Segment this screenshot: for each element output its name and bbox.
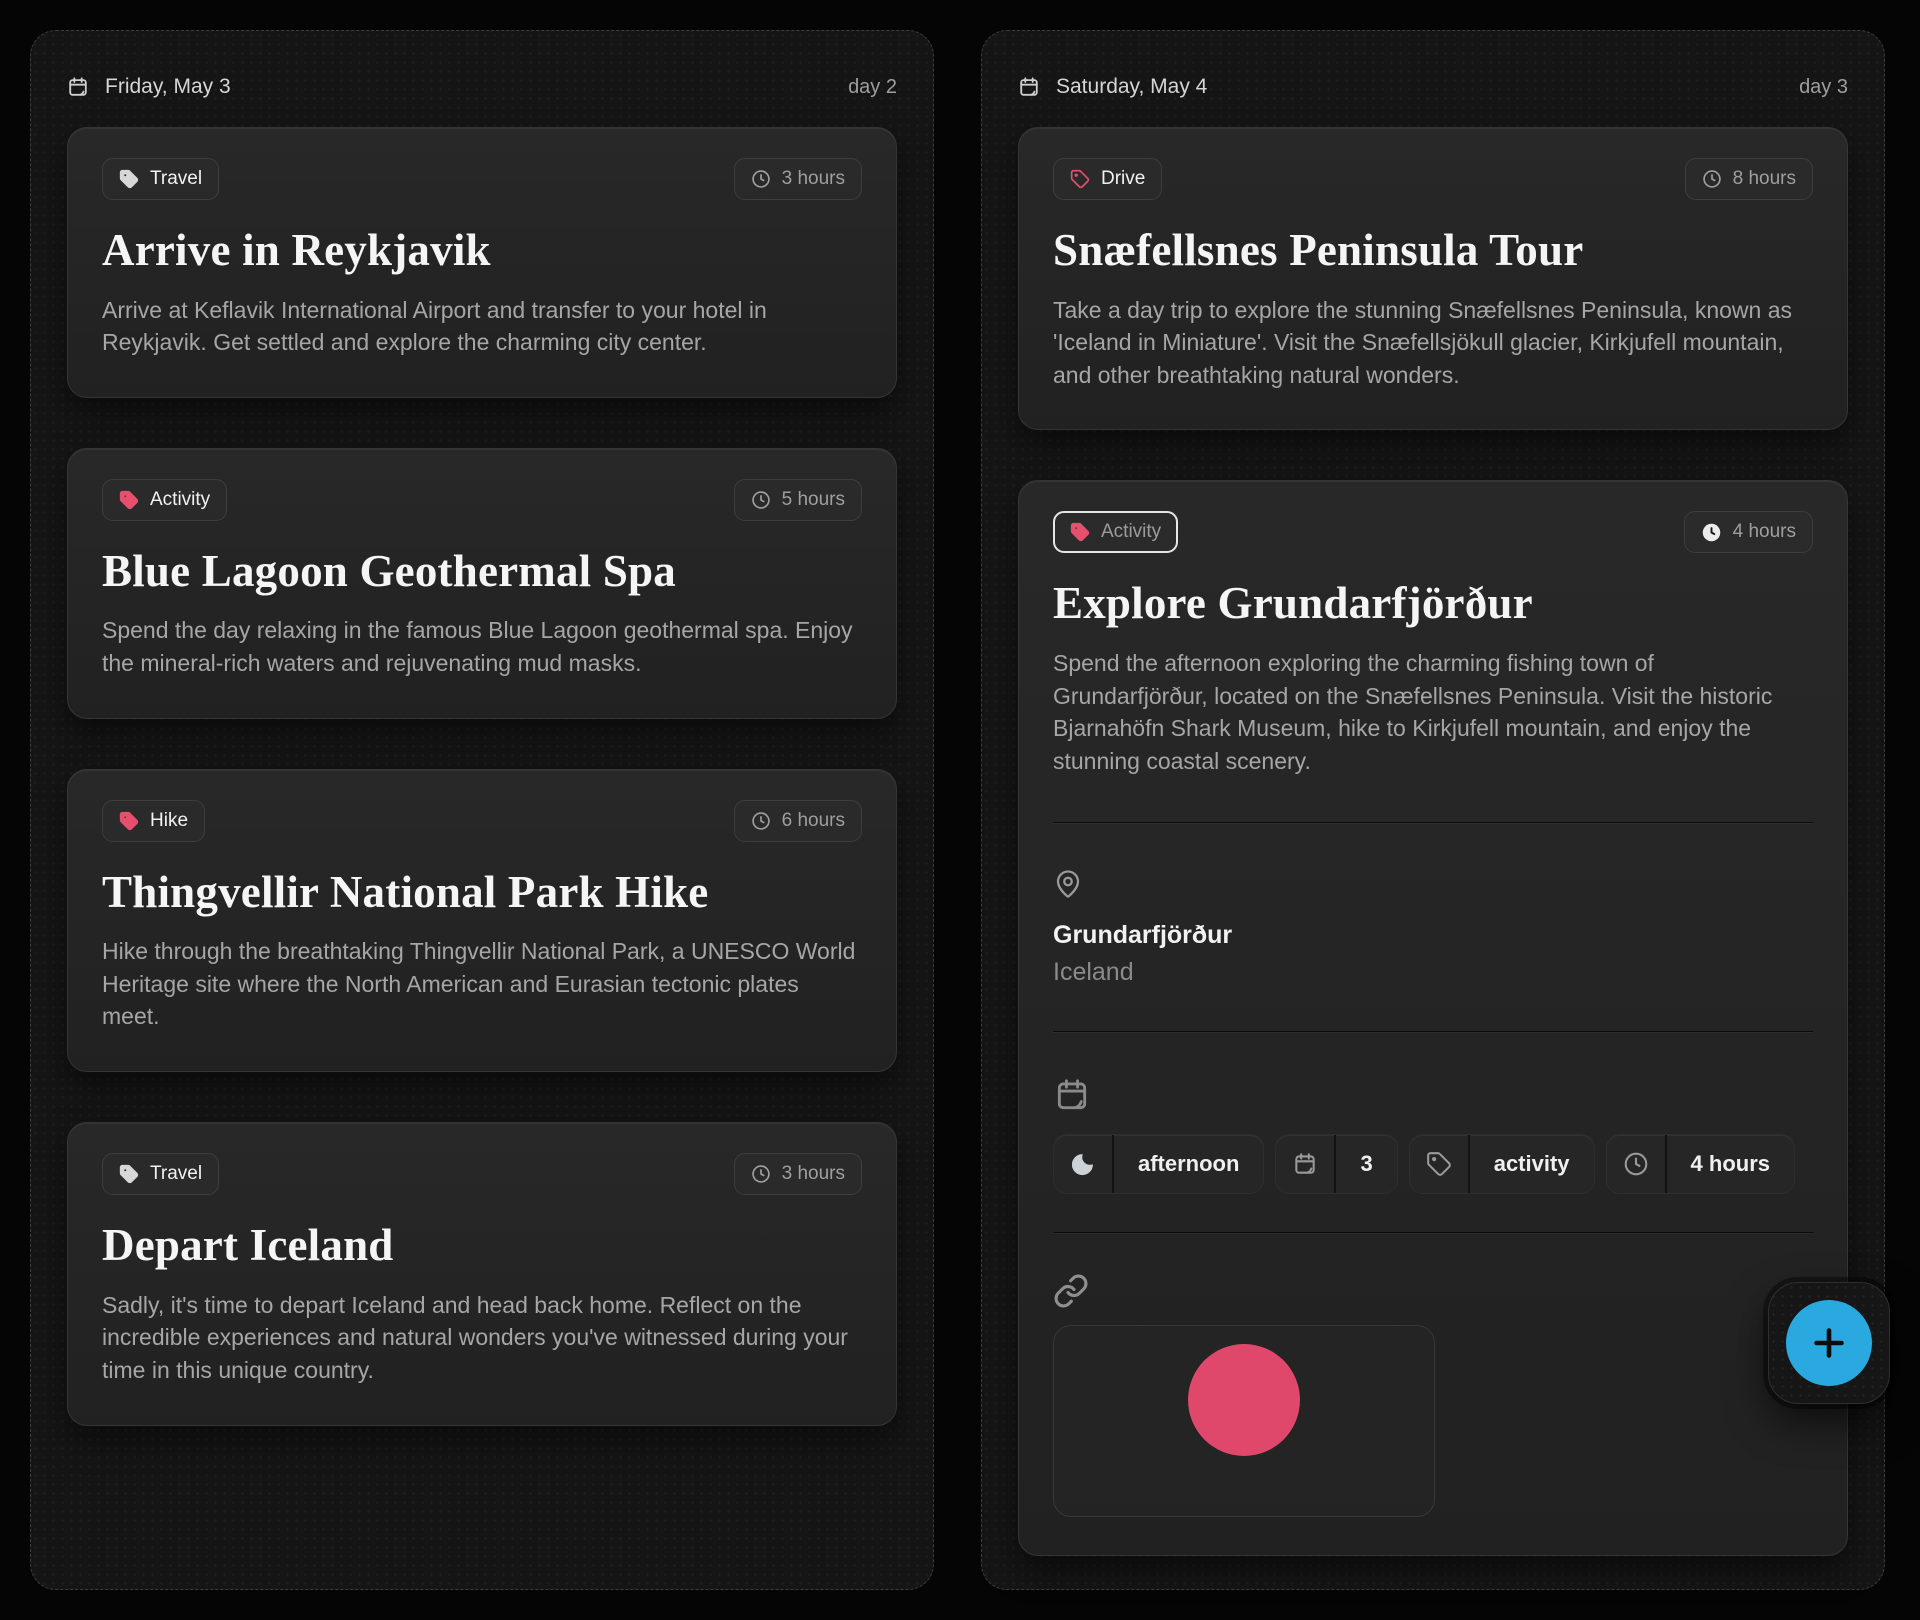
- duration-chip[interactable]: 6 hours: [734, 800, 862, 842]
- duration-label: 3 hours: [782, 168, 845, 190]
- tag-label: Activity: [1101, 521, 1161, 543]
- tag-label: Activity: [150, 489, 210, 511]
- location-country: Iceland: [1053, 958, 1813, 987]
- add-item-button[interactable]: [1768, 1282, 1890, 1404]
- itinerary-card-explore-grundarfjordur-expanded[interactable]: Activity 4 hours Explore Grundarfjörður …: [1018, 480, 1848, 1555]
- clock-icon: [1702, 169, 1722, 189]
- calendar-icon: [1276, 1135, 1336, 1193]
- card-title: Arrive in Reykjavik: [102, 226, 862, 276]
- card-title: Blue Lagoon Geothermal Spa: [102, 547, 862, 597]
- time-of-day-label: afternoon: [1114, 1151, 1263, 1177]
- clock-icon: [1701, 522, 1722, 543]
- tag-icon: [119, 490, 139, 510]
- duration-chip[interactable]: 8 hours: [1685, 158, 1813, 200]
- tag-icon: [119, 169, 139, 189]
- card-description: Arrive at Keflavik International Airport…: [102, 294, 862, 359]
- tag-chip[interactable]: Travel: [102, 1153, 219, 1195]
- day-number-label: day 2: [848, 76, 897, 99]
- section-divider: [1053, 1031, 1813, 1032]
- location-name: Grundarfjörður: [1053, 921, 1813, 950]
- day-number-value: 3: [1336, 1151, 1396, 1177]
- link-preview-card[interactable]: [1053, 1325, 1435, 1517]
- duration-label: 6 hours: [782, 810, 845, 832]
- link-icon: [1053, 1273, 1813, 1309]
- tag-icon: [1410, 1135, 1470, 1193]
- tag-chip[interactable]: Activity: [102, 479, 227, 521]
- clock-icon: [751, 169, 771, 189]
- trip-itinerary-board: Friday, May 3 day 2 Travel 3 hours Arriv…: [0, 0, 1920, 1620]
- tag-icon: [119, 811, 139, 831]
- card-list: Drive 8 hours Snæfellsnes Peninsula Tour…: [1018, 127, 1848, 1556]
- card-description: Spend the day relaxing in the famous Blu…: [102, 614, 862, 679]
- duration-label: 3 hours: [782, 1163, 845, 1185]
- tag-label: Drive: [1101, 168, 1145, 190]
- tag-icon: [1070, 522, 1090, 542]
- calendar-icon: [1053, 1076, 1813, 1114]
- card-title: Explore Grundarfjörður: [1053, 579, 1813, 629]
- time-of-day-chip[interactable]: afternoon: [1053, 1134, 1264, 1194]
- tag-icon: [119, 1164, 139, 1184]
- map-pin-icon: [1053, 869, 1813, 899]
- card-description: Hike through the breathtaking Thingvelli…: [102, 935, 862, 1033]
- duration-chip[interactable]: 3 hours: [734, 1153, 862, 1195]
- itinerary-card-snaefellsnes-tour[interactable]: Drive 8 hours Snæfellsnes Peninsula Tour…: [1018, 127, 1848, 430]
- tag-chip[interactable]: Hike: [102, 800, 205, 842]
- metadata-chip-row: afternoon 3 activity: [1053, 1134, 1813, 1194]
- clock-icon: [751, 1164, 771, 1184]
- duration-chip[interactable]: 4 hours: [1684, 511, 1813, 553]
- card-title: Snæfellsnes Peninsula Tour: [1053, 226, 1813, 276]
- category-label: activity: [1470, 1151, 1594, 1177]
- card-title: Thingvellir National Park Hike: [102, 868, 862, 918]
- section-divider: [1053, 1232, 1813, 1233]
- day-header: Saturday, May 4 day 3: [1018, 31, 1848, 103]
- itinerary-card-depart-iceland[interactable]: Travel 3 hours Depart Iceland Sadly, it'…: [67, 1122, 897, 1425]
- duration-label: 8 hours: [1733, 168, 1796, 190]
- link-preview-avatar: [1188, 1344, 1300, 1456]
- itinerary-card-arrive-reykjavik[interactable]: Travel 3 hours Arrive in Reykjavik Arriv…: [67, 127, 897, 398]
- tag-chip[interactable]: Travel: [102, 158, 219, 200]
- card-title: Depart Iceland: [102, 1221, 862, 1271]
- card-description: Sadly, it's time to depart Iceland and h…: [102, 1289, 862, 1387]
- tag-chip[interactable]: Drive: [1053, 158, 1162, 200]
- duration-meta-chip[interactable]: 4 hours: [1606, 1134, 1795, 1194]
- clock-icon: [751, 490, 771, 510]
- day-column-day2: Friday, May 3 day 2 Travel 3 hours Arriv…: [30, 30, 934, 1590]
- duration-chip[interactable]: 5 hours: [734, 479, 862, 521]
- duration-chip[interactable]: 3 hours: [734, 158, 862, 200]
- tag-chip-selected[interactable]: Activity: [1053, 511, 1178, 553]
- day-header: Friday, May 3 day 2: [67, 31, 897, 103]
- tag-label: Hike: [150, 810, 188, 832]
- day-date: Friday, May 3: [105, 75, 231, 99]
- day-number-label: day 3: [1799, 76, 1848, 99]
- card-description: Take a day trip to explore the stunning …: [1053, 294, 1813, 392]
- tag-label: Travel: [150, 168, 202, 190]
- location-section: Grundarfjörður Iceland: [1053, 823, 1813, 987]
- duration-label: 5 hours: [782, 489, 845, 511]
- itinerary-card-blue-lagoon[interactable]: Activity 5 hours Blue Lagoon Geothermal …: [67, 448, 897, 719]
- tag-icon: [1070, 169, 1090, 189]
- card-list: Travel 3 hours Arrive in Reykjavik Arriv…: [67, 127, 897, 1426]
- day-date: Saturday, May 4: [1056, 75, 1207, 99]
- calendar-icon: [67, 76, 89, 98]
- card-description: Spend the afternoon exploring the charmi…: [1053, 647, 1813, 778]
- day-column-day3: Saturday, May 4 day 3 Drive 8 hours Snæf…: [981, 30, 1885, 1590]
- day-number-chip[interactable]: 3: [1275, 1134, 1397, 1194]
- tag-label: Travel: [150, 1163, 202, 1185]
- clock-icon: [1607, 1135, 1667, 1193]
- clock-icon: [751, 811, 771, 831]
- category-chip[interactable]: activity: [1409, 1134, 1595, 1194]
- duration-meta-label: 4 hours: [1667, 1151, 1794, 1177]
- plus-icon: [1786, 1300, 1872, 1386]
- calendar-icon: [1018, 76, 1040, 98]
- itinerary-card-thingvellir-hike[interactable]: Hike 6 hours Thingvellir National Park H…: [67, 769, 897, 1072]
- moon-icon: [1054, 1135, 1114, 1193]
- duration-label: 4 hours: [1733, 521, 1796, 543]
